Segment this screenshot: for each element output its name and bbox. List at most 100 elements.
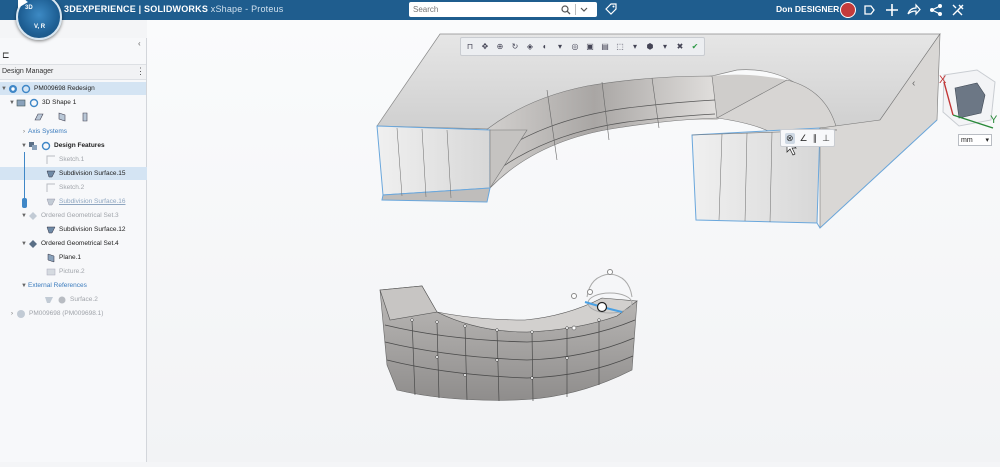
plane-icon	[47, 253, 55, 262]
tree-scope-line	[24, 152, 25, 198]
tree-item-pm-instance[interactable]: › PM009698 (PM009698.1)	[0, 307, 154, 320]
tree-item-label: Surface.2	[70, 296, 98, 303]
tree-item-label: Ordered Geometrical Set.4	[41, 240, 119, 247]
tree-item-label: 3D Shape 1	[42, 99, 77, 106]
expand-arrow-icon[interactable]: ▼	[20, 143, 28, 149]
expand-arrow-icon[interactable]: ›	[8, 311, 16, 317]
exit-icon[interactable]: ✖	[674, 41, 686, 53]
product-icon	[9, 84, 17, 93]
view-mode-icon[interactable]: ◐	[539, 41, 551, 53]
expand-arrow-icon[interactable]: ▼	[0, 86, 8, 92]
angle-icon[interactable]: ∠	[800, 133, 808, 144]
tree-item-axis-systems[interactable]: › Axis Systems	[0, 125, 166, 138]
compass-icon[interactable]: 3D V, R	[16, 0, 62, 40]
chevron-down-icon[interactable]	[580, 6, 588, 14]
tree-scope-handle[interactable]	[22, 198, 27, 208]
view-cube[interactable]	[942, 69, 996, 129]
surface-icon	[45, 296, 53, 303]
tree-item-label: Axis Systems	[28, 128, 68, 135]
part-icon	[16, 99, 26, 106]
perpendicular-icon[interactable]: ⊥	[822, 133, 830, 144]
swap-visible-icon[interactable]: ▣	[584, 41, 596, 53]
part-icon	[17, 309, 25, 318]
plane-yz-icon[interactable]	[57, 112, 67, 122]
axis-y-label: Y	[990, 114, 998, 126]
network-icon[interactable]	[928, 2, 944, 18]
upper-model[interactable]	[376, 32, 941, 229]
features-icon	[29, 141, 37, 150]
tree-item-ogs-3[interactable]: ▼ Ordered Geometrical Set.3	[0, 209, 166, 222]
user-name[interactable]: Don DESIGNER	[776, 4, 839, 14]
check-icon[interactable]: ✔	[689, 41, 701, 53]
chevron-down-icon[interactable]: ▾	[659, 41, 671, 53]
panel-toggle-icon[interactable]: ‹	[912, 78, 915, 89]
tree-item-label: Subdivision Surface.12	[59, 226, 126, 233]
unit-select[interactable]: mm ▾	[958, 134, 992, 146]
more-options-icon[interactable]: ⋮	[136, 66, 145, 77]
tree-tab-icon[interactable]: ⊏	[2, 50, 10, 61]
subdivision-surface-icon	[46, 170, 56, 177]
expand-arrow-icon[interactable]: ▼	[20, 213, 28, 219]
manipulator-icon[interactable]: ⊗	[785, 132, 795, 144]
design-manager-panel: ‹ ⊏ Design Manager ⋮ ▼ PM009698 Redesign…	[0, 38, 192, 462]
avatar[interactable]	[840, 2, 856, 18]
app-title: 3DEXPERIENCE | SOLIDWORKS xShape - Prote…	[64, 4, 284, 14]
chevron-down-icon[interactable]: ▾	[629, 41, 641, 53]
tree-item-label: Sketch.1	[59, 156, 85, 163]
model-canvas[interactable]: X Y	[147, 20, 1000, 462]
normal-view-icon[interactable]: ◈	[524, 41, 536, 53]
collapse-panel-icon[interactable]: ‹	[138, 39, 141, 48]
panel-title: Design Manager	[2, 68, 54, 75]
tree-item-external-references[interactable]: ▼ External References	[0, 279, 166, 292]
fit-all-icon[interactable]: ⊓	[464, 41, 476, 53]
panel-header: Design Manager ⋮	[0, 64, 146, 80]
expand-arrow-icon[interactable]: ▼	[8, 100, 16, 106]
search-box	[409, 2, 597, 17]
brand-name: 3DEXPERIENCE | SOLIDWORKS	[64, 4, 209, 14]
cube-view-icon[interactable]: ⬢	[644, 41, 656, 53]
tree-item-label: Subdivision Surface.15	[59, 170, 126, 177]
share-icon[interactable]	[862, 2, 878, 18]
render-style-icon[interactable]: ▤	[599, 41, 611, 53]
context-toolbar: ⊗ ∠ ∥ ⊥	[780, 129, 835, 147]
tools-icon[interactable]	[950, 2, 966, 18]
chevron-down-icon[interactable]: ▾	[554, 41, 566, 53]
refresh-icon	[41, 141, 51, 150]
top-icons	[862, 2, 966, 18]
tree-item-label: PM009698 Redesign	[34, 85, 95, 92]
subdivision-surface-icon	[46, 198, 56, 205]
lower-model[interactable]	[379, 269, 638, 402]
search-input[interactable]	[409, 3, 557, 16]
plane-xy-icon[interactable]	[34, 112, 44, 122]
zoom-icon[interactable]: ⊕	[494, 41, 506, 53]
geometrical-set-icon	[29, 211, 37, 220]
expand-arrow-icon[interactable]: ▼	[20, 283, 28, 289]
refresh-icon	[21, 84, 31, 93]
tree-item-design-features[interactable]: ▼ Design Features	[0, 139, 166, 152]
rotate-icon[interactable]: ↻	[509, 41, 521, 53]
3d-viewport[interactable]: X Y	[147, 20, 1000, 462]
plus-icon[interactable]	[884, 2, 900, 18]
expand-arrow-icon[interactable]: ▼	[20, 241, 28, 247]
parallel-icon[interactable]: ∥	[813, 133, 818, 144]
hide-show-icon[interactable]: ◎	[569, 41, 581, 53]
tree-item-label: PM009698 (PM009698.1)	[29, 310, 104, 317]
compass-3d-label: 3D	[25, 5, 33, 11]
app-name: xShape - Proteus	[208, 4, 284, 14]
link-icon	[58, 296, 66, 303]
forward-icon[interactable]	[906, 2, 922, 18]
tree-item-3d-shape[interactable]: ▼ 3D Shape 1	[0, 96, 154, 109]
expand-arrow-icon[interactable]: ›	[20, 129, 28, 135]
tree-item-root[interactable]: ▼ PM009698 Redesign	[0, 82, 146, 95]
section-icon[interactable]: ⬚	[614, 41, 626, 53]
subdivision-surface-icon	[46, 226, 56, 233]
top-bar: 3D V, R 3DEXPERIENCE | SOLIDWORKS xShape…	[0, 0, 1000, 40]
plane-zx-icon[interactable]	[80, 112, 90, 122]
sketch-icon	[46, 183, 55, 192]
tree-item-ogs-4[interactable]: ▼ Ordered Geometrical Set.4	[0, 237, 166, 250]
pan-icon[interactable]: ✥	[479, 41, 491, 53]
tree-item-label: Picture.2	[59, 268, 85, 275]
tag-icon[interactable]	[605, 3, 617, 15]
refresh-icon	[29, 98, 39, 107]
search-icon[interactable]	[561, 4, 571, 15]
